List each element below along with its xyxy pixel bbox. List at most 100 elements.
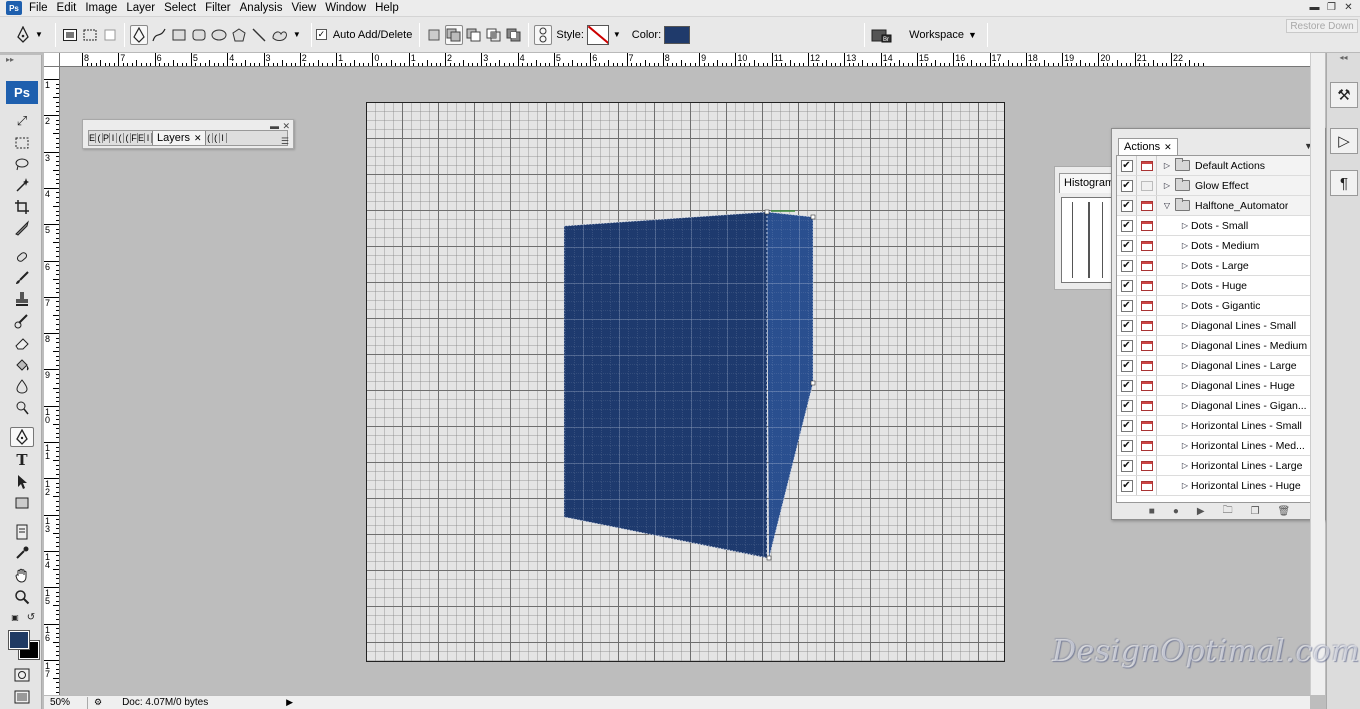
pen-tool-preset-icon[interactable] [14, 25, 32, 45]
record-icon[interactable]: ● [1173, 506, 1179, 517]
history-brush-icon[interactable] [10, 311, 34, 331]
collapsed-triangle-icon[interactable]: ▷ [1161, 181, 1173, 190]
subtract-from-shape-area-icon[interactable] [465, 25, 483, 45]
anchor-point[interactable] [764, 209, 770, 215]
zoom-tool-icon[interactable] [10, 587, 34, 607]
dialog-toggle-icon[interactable] [1140, 480, 1153, 491]
dialog-toggle-icon[interactable] [1140, 460, 1153, 471]
menu-file[interactable]: File [26, 2, 54, 14]
dialog-toggle-icon[interactable] [1140, 240, 1153, 251]
tool-presets-icon[interactable]: ⚒ [1330, 82, 1358, 108]
restore-down-button[interactable]: Restore Down [1286, 19, 1358, 33]
layers-tab-close-icon[interactable]: ✕ [194, 133, 202, 144]
box-shape[interactable] [367, 103, 1006, 663]
magic-wand-icon[interactable] [10, 175, 34, 195]
custom-shape-icon[interactable] [270, 25, 290, 45]
action-row[interactable]: ✔ ▷ Dots - Medium [1117, 236, 1311, 256]
menu-filter[interactable]: Filter [202, 2, 237, 14]
restore-icon[interactable]: ❐ [1324, 1, 1339, 14]
type-tool-icon[interactable]: T [10, 450, 34, 470]
collapsed-tab[interactable]: ( [117, 133, 124, 143]
delete-icon[interactable]: 🗑 [1278, 506, 1291, 517]
toggle-item-checkbox[interactable]: ✔ [1120, 319, 1133, 332]
menu-select[interactable]: Select [161, 2, 202, 14]
screen-mode-icon[interactable] [10, 687, 34, 707]
brush-tool-icon[interactable] [10, 268, 34, 288]
rectangle-shape-icon[interactable] [170, 25, 188, 45]
toggle-item-checkbox[interactable]: ✔ [1120, 199, 1133, 212]
shape-tool-icon[interactable] [10, 493, 34, 513]
create-new-shape-layer-icon[interactable] [425, 25, 443, 45]
swap-colors-icon[interactable]: ↺ [24, 611, 38, 623]
notes-tool-icon[interactable] [10, 522, 34, 542]
dialog-toggle-icon[interactable] [1140, 300, 1153, 311]
toggle-item-checkbox[interactable]: ✔ [1120, 379, 1133, 392]
paint-bucket-icon[interactable] [10, 355, 34, 375]
dialog-toggle-icon[interactable] [1140, 260, 1153, 271]
dialog-toggle-icon[interactable] [1140, 360, 1153, 371]
toggle-item-checkbox[interactable]: ✔ [1120, 459, 1133, 472]
path-selection-icon[interactable] [10, 472, 34, 492]
collapsed-triangle-icon[interactable]: ▷ [1161, 161, 1173, 170]
tab-actions[interactable]: Actions ✕ [1118, 138, 1178, 155]
workspace-button[interactable]: Workspace ▼ [909, 29, 977, 41]
collapsed-triangle-icon[interactable]: ▷ [1179, 241, 1191, 250]
rounded-rectangle-icon[interactable] [190, 25, 208, 45]
add-to-shape-area-icon[interactable] [445, 24, 464, 45]
close-icon[interactable]: ✕ [1341, 1, 1356, 14]
ruler-origin[interactable] [44, 53, 60, 67]
collapsed-triangle-icon[interactable]: ▷ [1179, 281, 1191, 290]
collapsed-tab[interactable]: ( [213, 133, 220, 143]
eraser-tool-icon[interactable] [10, 333, 34, 353]
dialog-toggle-icon[interactable] [1140, 200, 1153, 211]
tab-layers[interactable]: Layers ✕ [152, 131, 206, 145]
collapsed-triangle-icon[interactable]: ▷ [1179, 321, 1191, 330]
anchor-point[interactable] [810, 380, 816, 386]
pen-icon[interactable] [129, 24, 148, 45]
pen-tool-icon[interactable] [10, 427, 34, 447]
action-row[interactable]: ✔ ▷ Dots - Gigantic [1117, 296, 1311, 316]
line-icon[interactable] [250, 25, 268, 45]
collapsed-triangle-icon[interactable]: ▷ [1179, 361, 1191, 370]
dialog-toggle-icon[interactable] [1140, 320, 1153, 331]
auto-add-delete-checkbox[interactable]: ✓ [315, 29, 327, 40]
healing-brush-icon[interactable] [10, 247, 34, 267]
slice-tool-icon[interactable] [10, 218, 34, 238]
action-row[interactable]: ✔ ▷ Dots - Small [1117, 216, 1311, 236]
collapsed-tab[interactable]: l [220, 133, 227, 143]
dialog-toggle-icon[interactable] [1140, 220, 1153, 231]
collapsed-tab[interactable]: ( [96, 133, 103, 143]
minimize-icon[interactable]: ▬ [1307, 1, 1322, 14]
menu-help[interactable]: Help [372, 2, 405, 14]
dialog-toggle-icon[interactable] [1140, 400, 1153, 411]
bridge-icon[interactable]: Br [870, 25, 894, 45]
collapsed-tab[interactable]: P [103, 133, 110, 143]
action-row[interactable]: ✔ ▷ Diagonal Lines - Large [1117, 356, 1311, 376]
clone-stamp-icon[interactable] [10, 289, 34, 309]
preset-dropdown-arrow-icon[interactable]: ▼ [35, 30, 43, 39]
action-set-row[interactable]: ✔ ▷ Glow Effect [1117, 176, 1311, 196]
shape-layers-icon[interactable] [61, 25, 79, 45]
dock-expand-icon[interactable]: ◂◂ [1327, 53, 1360, 63]
menu-image[interactable]: Image [82, 2, 123, 14]
collapsed-tab[interactable]: E [138, 133, 145, 143]
menu-analysis[interactable]: Analysis [237, 2, 289, 14]
animation-icon[interactable]: ▷ [1330, 128, 1358, 154]
intersect-shape-areas-icon[interactable] [485, 25, 503, 45]
blur-tool-icon[interactable] [10, 376, 34, 396]
toggle-item-checkbox[interactable]: ✔ [1120, 399, 1133, 412]
toggle-item-checkbox[interactable]: ✔ [1120, 159, 1133, 172]
freeform-pen-icon[interactable] [150, 25, 168, 45]
action-set-row[interactable]: ✔ ▽ Halftone_Automator [1117, 196, 1311, 216]
quick-mask-icon[interactable] [10, 665, 34, 685]
collapsed-triangle-icon[interactable]: ▷ [1179, 301, 1191, 310]
collapsed-tab[interactable]: l [145, 133, 152, 143]
toggle-item-checkbox[interactable]: ✔ [1120, 279, 1133, 292]
toggle-item-checkbox[interactable]: ✔ [1120, 339, 1133, 352]
dodge-tool-icon[interactable] [10, 398, 34, 418]
eyedropper-icon[interactable] [10, 543, 34, 563]
toggle-item-checkbox[interactable]: ✔ [1120, 359, 1133, 372]
action-row[interactable]: ✔ ▷ Dots - Huge [1117, 276, 1311, 296]
actions-tab-close-icon[interactable]: ✕ [1164, 142, 1172, 153]
play-icon[interactable]: ▶ [1197, 506, 1205, 517]
